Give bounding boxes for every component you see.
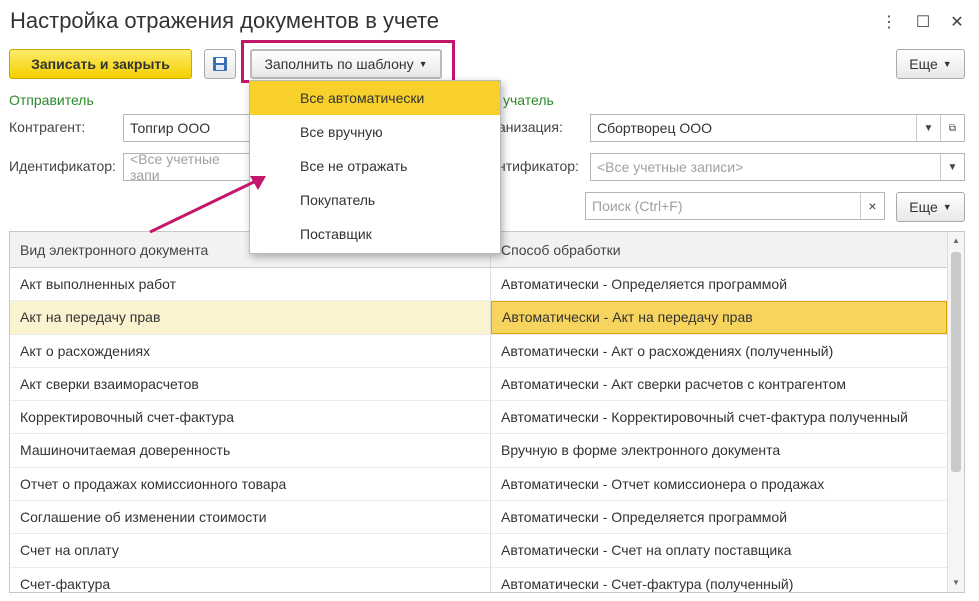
sender-identifier-placeholder: <Все учетные запи (130, 151, 220, 183)
processing-method-cell: Автоматически - Отчет комиссионера о про… (501, 475, 825, 492)
dropdown-item-all-manual[interactable]: Все вручную (250, 115, 500, 149)
scroll-down-icon[interactable]: ▼ (948, 576, 964, 590)
table-more-button[interactable]: Еще ▼ (896, 192, 965, 222)
scroll-thumb[interactable] (951, 252, 961, 472)
more-button[interactable]: Еще ▼ (896, 49, 965, 79)
table-row[interactable]: Счет-фактура Автоматически - Счет-фактур… (10, 567, 964, 592)
dropdown-item-buyer[interactable]: Покупатель (250, 183, 500, 217)
scroll-up-icon[interactable]: ▲ (948, 234, 964, 248)
page-title: Настройка отражения документов в учете (10, 8, 440, 33)
sender-section-label: Отправитель (9, 92, 94, 108)
search-placeholder: Поиск (Ctrl+F) (592, 198, 683, 214)
document-type-cell: Машиночитаемая доверенность (10, 434, 491, 467)
sender-identifier-field[interactable]: <Все учетные запи (123, 151, 253, 183)
document-type-cell: Счет на оплату (10, 534, 491, 567)
annotation-highlight-box (241, 40, 455, 83)
document-type-cell: Акт выполненных работ (10, 268, 491, 301)
processing-method-cell: Автоматически - Определяется программой (501, 509, 788, 526)
dropdown-item-all-no-reflect[interactable]: Все не отражать (250, 149, 500, 183)
dropdown-item-all-automatic[interactable]: Все автоматически (250, 81, 500, 115)
document-type-cell: Акт о расхождениях (10, 334, 491, 367)
search-input[interactable]: Поиск (Ctrl+F) × (585, 192, 885, 220)
counterparty-field[interactable]: Топгир ООО (123, 114, 253, 142)
column-header-processing-method[interactable]: Способ обработки (491, 232, 947, 267)
close-icon[interactable]: ✕ (949, 12, 965, 32)
table-scrollbar[interactable]: ▲ ▼ (947, 232, 964, 592)
organization-value: Сбортворец ООО (597, 120, 713, 136)
table-row[interactable]: Отчет о продажах комиссионного товара Ав… (10, 467, 964, 502)
table-row[interactable]: Корректировочный счет-фактура Автоматиче… (10, 401, 964, 435)
receiver-identifier-placeholder: <Все учетные записи> (597, 159, 744, 175)
table-row[interactable]: Машиночитаемая доверенность Вручную в фо… (10, 434, 964, 468)
document-type-cell: Отчет о продажах комиссионного товара (10, 467, 491, 501)
table-row[interactable]: Соглашение об изменении стоимости Автома… (10, 501, 964, 535)
save-and-close-button[interactable]: Записать и закрыть (9, 49, 192, 79)
maximize-icon[interactable]: ☐ (915, 12, 931, 32)
document-type-cell: Корректировочный счет-фактура (10, 401, 491, 434)
dropdown-item-supplier[interactable]: Поставщик (250, 217, 500, 251)
clear-search-icon[interactable]: × (860, 193, 884, 219)
processing-method-cell: Автоматически - Акт сверки расчетов с ко… (501, 375, 846, 392)
processing-method-cell: Автоматически - Определяется программой (501, 276, 788, 292)
processing-method-cell: Автоматически - Счет на оплату поставщик… (501, 542, 792, 559)
document-type-cell: Соглашение об изменении стоимости (10, 501, 491, 534)
chevron-down-icon: ▼ (942, 202, 952, 212)
table-row[interactable]: Акт о расхождениях Автоматически - Акт о… (10, 334, 964, 368)
save-button[interactable] (204, 49, 236, 79)
table-row[interactable]: Акт выполненных работ Автоматически - Оп… (10, 268, 964, 302)
floppy-disk-icon (213, 57, 227, 71)
table-row-selected[interactable]: Акт на передачу прав Автоматически - Акт… (10, 301, 964, 335)
sender-identifier-label: Идентификатор: (9, 158, 116, 174)
chevron-down-icon[interactable]: ▼ (940, 154, 964, 180)
document-type-cell: Акт на передачу прав (10, 301, 491, 334)
table-more-label: Еще (909, 199, 938, 215)
organization-label: анизация: (498, 119, 563, 135)
processing-method-cell: Автоматически - Корректировочный счет-фа… (501, 409, 908, 426)
chevron-down-icon[interactable]: ▼ (916, 115, 940, 141)
documents-table: Вид электронного документа Способ обрабо… (9, 231, 965, 593)
counterparty-value: Топгир ООО (130, 120, 211, 136)
open-icon[interactable]: ⧉ (940, 115, 964, 141)
counterparty-label: Контрагент: (9, 119, 86, 135)
more-menu-icon[interactable]: ⋮ (881, 12, 897, 32)
table-row[interactable]: Счет на оплату Автоматически - Счет на о… (10, 534, 964, 568)
receiver-identifier-field[interactable]: <Все учетные записи> ▼ (590, 153, 965, 181)
chevron-down-icon: ▼ (942, 59, 952, 69)
document-type-cell: Счет-фактура (10, 567, 491, 592)
fill-template-dropdown: Все автоматически Все вручную Все не отр… (249, 80, 501, 254)
receiver-section-label: учатель (503, 92, 554, 108)
processing-method-cell[interactable]: Автоматически - Акт на передачу прав (491, 301, 947, 334)
processing-method-cell: Автоматически - Счет-фактура (полученный… (501, 575, 794, 592)
organization-field[interactable]: Сбортворец ООО ▼ ⧉ (590, 114, 965, 142)
document-type-cell: Акт сверки взаиморасчетов (10, 367, 491, 401)
receiver-identifier-label: нтификатор: (498, 158, 579, 174)
processing-method-cell: Вручную в форме электронного документа (501, 442, 781, 459)
table-row[interactable]: Акт сверки взаиморасчетов Автоматически … (10, 367, 964, 402)
more-label: Еще (909, 56, 938, 72)
processing-method-cell: Автоматически - Акт о расхождениях (полу… (501, 342, 834, 359)
